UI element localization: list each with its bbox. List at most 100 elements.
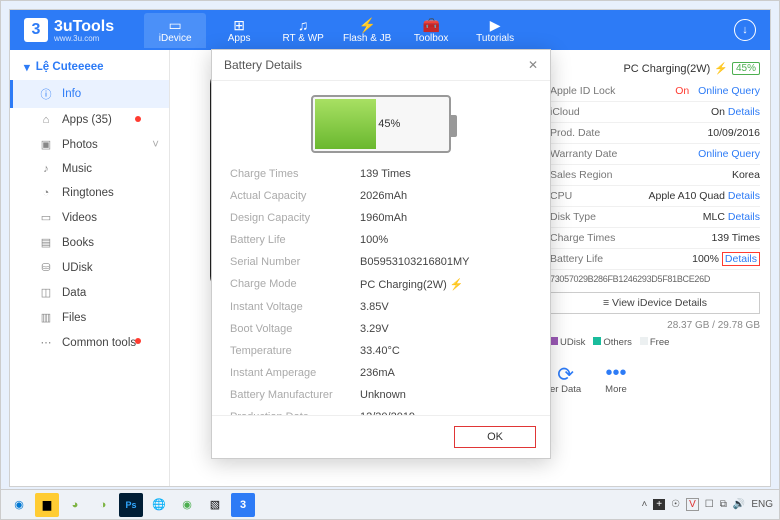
sidebar-item-udisk[interactable]: ⛁UDisk bbox=[10, 255, 169, 280]
sidebar-item-music[interactable]: ♪ Music bbox=[10, 157, 169, 181]
info-row: Battery Life 100% Details bbox=[550, 249, 760, 270]
tray-volume-icon[interactable]: 🔊 bbox=[733, 499, 745, 510]
info-label: Battery Life bbox=[550, 253, 603, 265]
nav-icon: ⚡ bbox=[336, 17, 398, 33]
nav-toolbox[interactable]: 🧰Toolbox bbox=[400, 13, 462, 48]
logo-badge: 3 bbox=[24, 18, 48, 42]
info-label: Apple ID Lock bbox=[550, 85, 615, 97]
tray-up-icon[interactable]: ˄ bbox=[641, 499, 647, 510]
info-rows: Apple ID LockOn Online QueryiCloudOn Det… bbox=[550, 81, 760, 270]
detail-row: Design Capacity1960mAh bbox=[230, 207, 532, 229]
action-icon: ••• bbox=[605, 362, 627, 384]
nav-flashjb[interactable]: ⚡Flash & JB bbox=[336, 13, 398, 48]
top-nav: ▭iDevice⊞Apps♫RT & WP⚡Flash & JB🧰Toolbox… bbox=[144, 13, 526, 48]
detail-value: 100% bbox=[360, 234, 388, 246]
taskbar-photos-icon[interactable]: ▧ bbox=[203, 493, 227, 517]
sidebar-label: Apps (35) bbox=[62, 114, 112, 126]
detail-value: 3.29V bbox=[360, 323, 389, 335]
nav-icon: ▶ bbox=[464, 17, 526, 33]
storage-text: 28.37 GB / 29.78 GB bbox=[550, 320, 760, 331]
sidebar-item-books[interactable]: ▤Books bbox=[10, 230, 169, 255]
detail-value: 1960mAh bbox=[360, 212, 407, 224]
taskbar-3u-icon[interactable]: 3 bbox=[231, 493, 255, 517]
tray-icon[interactable]: ⧉ bbox=[720, 499, 727, 510]
link[interactable]: Details bbox=[728, 106, 760, 118]
sidebar-item-apps[interactable]: ⌂Apps (35) bbox=[10, 108, 169, 132]
sidebar-label: Music bbox=[62, 163, 92, 175]
sidebar-item-photos[interactable]: ▣Photos˅ bbox=[10, 132, 169, 157]
tray-icon[interactable]: V bbox=[686, 498, 699, 511]
detail-key: Battery Life bbox=[230, 234, 360, 246]
notification-dot bbox=[135, 116, 141, 122]
tray-icon[interactable]: ☐ bbox=[705, 499, 714, 510]
tray-icon[interactable]: + bbox=[653, 499, 665, 510]
sidebar-item-data[interactable]: ◫Data bbox=[10, 280, 169, 305]
link[interactable]: Online Query bbox=[698, 148, 760, 160]
taskbar-explorer-icon[interactable]: ▆ bbox=[35, 493, 59, 517]
taskbar-chrome-icon[interactable]: 🌐 bbox=[147, 493, 171, 517]
sidebar-item-videos[interactable]: ▭Videos bbox=[10, 205, 169, 230]
legend-item: UDisk bbox=[550, 337, 585, 348]
tray-lang[interactable]: ENG bbox=[751, 499, 773, 510]
taskbar-app-icon[interactable]: ◉ bbox=[175, 493, 199, 517]
nav-tutorials[interactable]: ▶Tutorials bbox=[464, 13, 526, 48]
sidebar-label: Ringtones bbox=[62, 187, 114, 199]
taskbar-edge-icon[interactable]: ◉ bbox=[7, 493, 31, 517]
info-value: 139 Times bbox=[712, 232, 760, 244]
chevron-icon: ˅ bbox=[152, 139, 159, 151]
sidebar-item-commontools[interactable]: ⋯Common tools bbox=[10, 330, 169, 355]
view-details-button[interactable]: ≡ View iDevice Details bbox=[550, 292, 760, 314]
taskbar-app-icon[interactable]: ◑ bbox=[91, 493, 115, 517]
serial-text: 73057029B286FB1246293D5F81BCE26D bbox=[550, 270, 760, 288]
action-erdata[interactable]: ⟳er Data bbox=[550, 362, 581, 395]
close-icon[interactable]: ✕ bbox=[528, 58, 538, 72]
info-value: Korea bbox=[732, 169, 760, 181]
detail-row: Battery ManufacturerUnknown bbox=[230, 384, 532, 406]
info-row: Disk TypeMLC Details bbox=[550, 207, 760, 228]
detail-row: Instant Voltage3.85V bbox=[230, 296, 532, 318]
detail-value: 2026mAh bbox=[360, 190, 407, 202]
battery-fill bbox=[315, 99, 376, 149]
detail-row: Instant Amperage236mA bbox=[230, 362, 532, 384]
taskbar-app-icon[interactable]: ◕ bbox=[63, 493, 87, 517]
sidebar-icon: ⋯ bbox=[40, 336, 52, 349]
dialog-title: Battery Details bbox=[224, 58, 302, 72]
legend-item: Others bbox=[593, 337, 632, 348]
tray-icon[interactable]: ☉ bbox=[671, 499, 680, 510]
info-value: 10/09/2016 bbox=[707, 127, 760, 139]
sidebar-account[interactable]: ▾ Lệ Cuteeeee bbox=[10, 54, 169, 80]
account-name: Lệ Cuteeeee bbox=[36, 61, 104, 73]
ok-button[interactable]: OK bbox=[454, 426, 536, 448]
link[interactable]: Details bbox=[728, 211, 760, 223]
charge-pct-badge: 45% bbox=[732, 62, 760, 75]
sidebar-item-ringtones[interactable]: ◔Ringtones bbox=[10, 181, 169, 205]
detail-key: Battery Manufacturer bbox=[230, 389, 360, 401]
chevron-down-icon: ▾ bbox=[24, 60, 30, 74]
nav-icon: 🧰 bbox=[400, 17, 462, 33]
sidebar-icon: ▤ bbox=[40, 236, 52, 249]
info-value: Online Query bbox=[698, 148, 760, 160]
detail-value: 33.40°C bbox=[360, 345, 400, 357]
nav-rtwp[interactable]: ♫RT & WP bbox=[272, 13, 334, 48]
sidebar-item-info[interactable]: ⓘInfo bbox=[10, 80, 169, 108]
detail-row: Serial NumberB05953103216801MY bbox=[230, 251, 532, 273]
detail-row: Charge Times139 Times bbox=[230, 163, 532, 185]
action-more[interactable]: •••More bbox=[605, 362, 627, 395]
download-icon[interactable]: ↓ bbox=[734, 19, 756, 41]
taskbar-ps-icon[interactable]: Ps bbox=[119, 493, 143, 517]
info-value: 100% Details bbox=[692, 253, 760, 265]
app-url: www.3u.com bbox=[54, 34, 114, 43]
info-value: MLC Details bbox=[703, 211, 760, 223]
link[interactable]: Details bbox=[728, 190, 760, 202]
info-label: Warranty Date bbox=[550, 148, 617, 160]
nav-apps[interactable]: ⊞Apps bbox=[208, 13, 270, 48]
nav-idevice[interactable]: ▭iDevice bbox=[144, 13, 206, 48]
nav-icon: ▭ bbox=[144, 17, 206, 33]
link[interactable]: Details bbox=[722, 252, 760, 266]
link[interactable]: Online Query bbox=[698, 85, 760, 97]
sidebar-icon: ♪ bbox=[40, 163, 52, 175]
battery-pct: 45% bbox=[378, 118, 400, 130]
sidebar-item-files[interactable]: ▥Files bbox=[10, 305, 169, 330]
detail-key: Design Capacity bbox=[230, 212, 360, 224]
info-label: CPU bbox=[550, 190, 572, 202]
